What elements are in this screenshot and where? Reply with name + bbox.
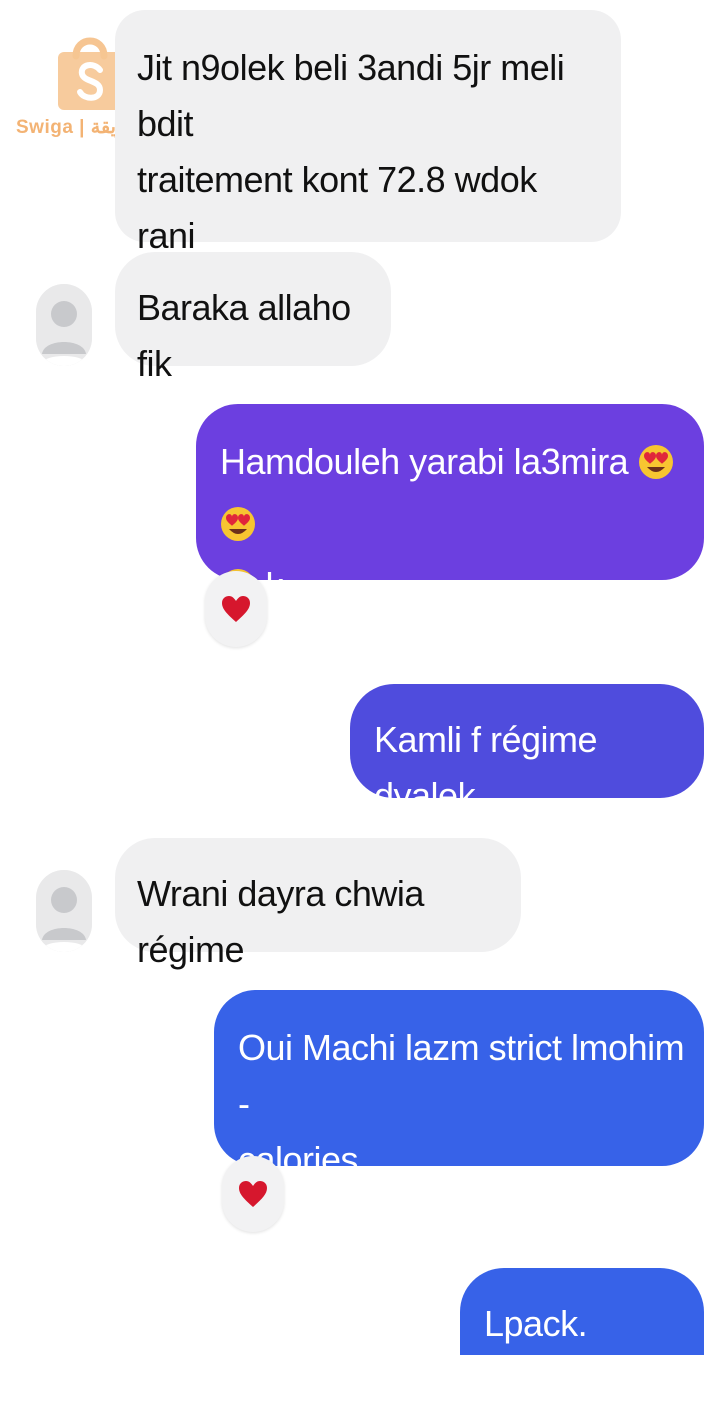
- message-text: Kamli f régime dyalek: [374, 719, 607, 816]
- heart-icon: [239, 1181, 267, 1207]
- heart-eyes-emoji: [638, 440, 674, 496]
- heart-reaction[interactable]: [205, 571, 267, 647]
- outgoing-message-bubble[interactable]: Kamli f régime dyalek: [350, 684, 704, 816]
- message-text: Lpack. Y3wnk: [484, 1303, 596, 1400]
- heart-reaction[interactable]: [222, 1156, 284, 1232]
- default-avatar-icon: [36, 870, 92, 952]
- default-avatar-icon: [36, 284, 92, 366]
- message-text: Baraka allaho fik: [137, 287, 361, 384]
- outgoing-message-bubble[interactable]: Hamdouleh yarabi la3mira k: [196, 404, 704, 606]
- message-text: Hamdouleh yarabi la3mira: [220, 441, 629, 482]
- incoming-message-bubble[interactable]: Jit n9olek beli 3andi 5jr meli bdit trai…: [115, 10, 621, 312]
- incoming-message-bubble[interactable]: Wrani dayra chwia régime: [115, 838, 521, 970]
- message-text: k: [265, 565, 284, 606]
- heart-icon: [222, 596, 250, 622]
- incoming-message-bubble[interactable]: Baraka allaho fik: [115, 252, 391, 384]
- outgoing-message-bubble[interactable]: Oui Machi lazm strict lmohim - calories: [214, 990, 704, 1180]
- contact-avatar[interactable]: [36, 284, 92, 366]
- heart-eyes-emoji: [220, 502, 256, 558]
- contact-avatar[interactable]: [36, 870, 92, 952]
- outgoing-message-bubble[interactable]: Lpack. Y3wnk: [460, 1268, 704, 1400]
- message-text: Oui Machi lazm strict lmohim - calories: [238, 1027, 685, 1180]
- message-text: Wrani dayra chwia régime: [137, 873, 434, 970]
